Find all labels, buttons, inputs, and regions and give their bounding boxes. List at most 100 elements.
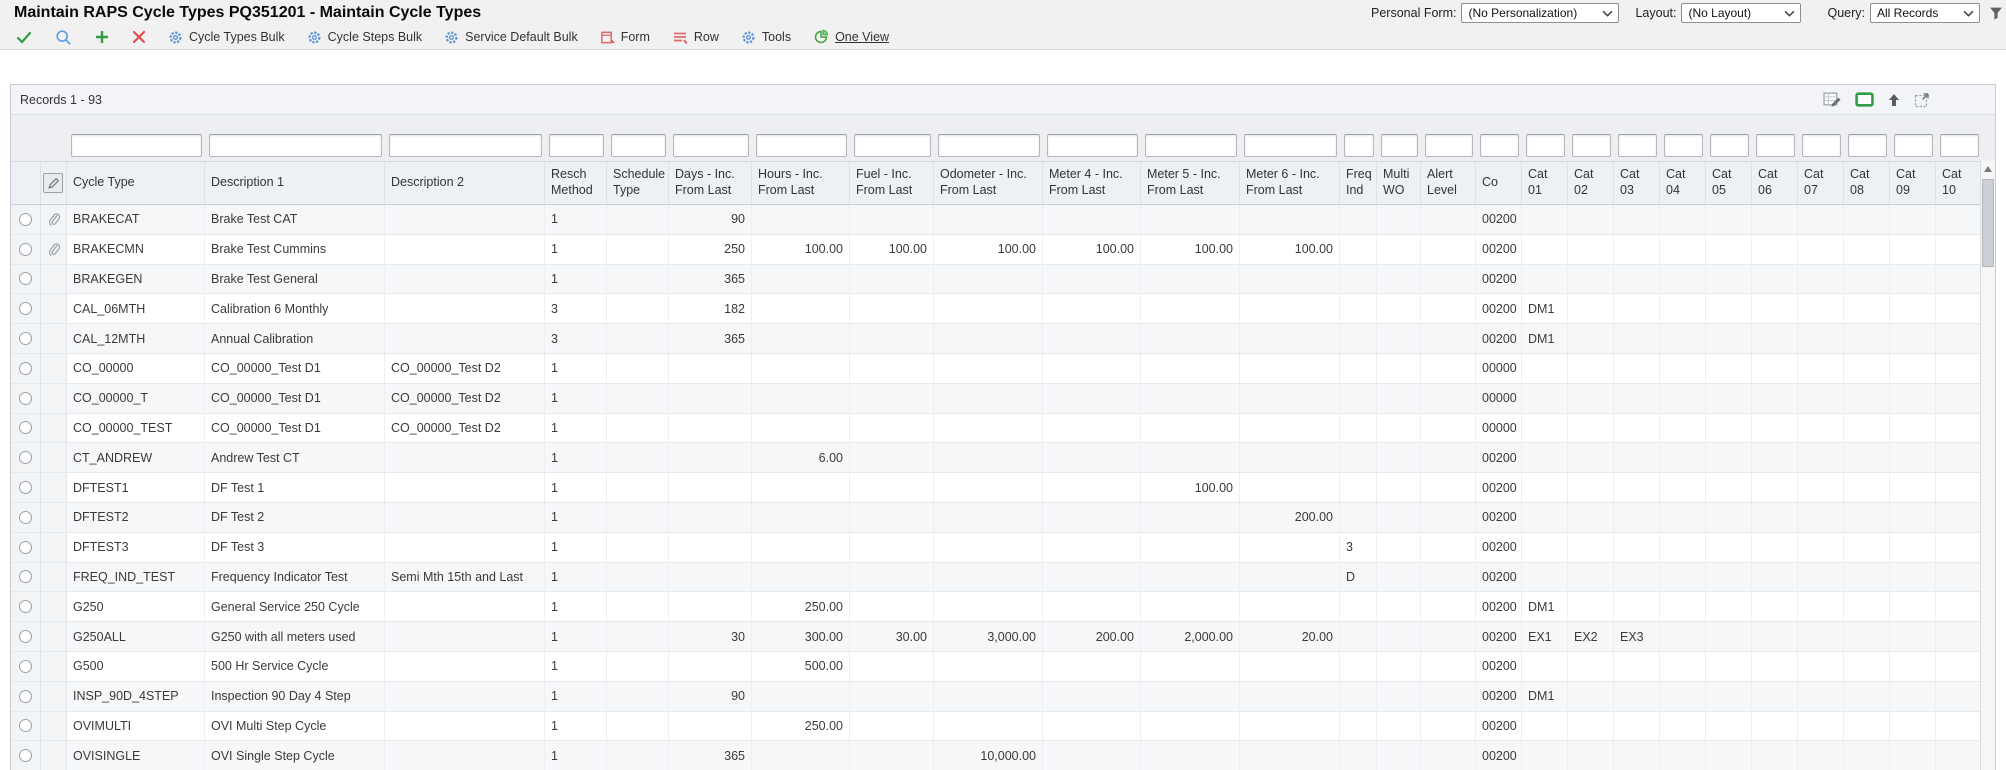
column-header-cat06[interactable]: Cat 06 — [1752, 162, 1798, 204]
row-select-radio[interactable] — [19, 302, 32, 315]
filter-input-odometer[interactable] — [938, 134, 1040, 157]
add-button[interactable] — [83, 25, 121, 49]
row-select-radio[interactable] — [19, 600, 32, 613]
cycle-steps-bulk-button[interactable]: Cycle Steps Bulk — [296, 25, 433, 49]
row-select-radio[interactable] — [19, 690, 32, 703]
find-button[interactable] — [44, 25, 83, 49]
filter-input-desc2[interactable] — [389, 134, 542, 157]
tools-menu-button[interactable]: Tools — [730, 25, 802, 49]
table-row[interactable]: DFTEST3DF Test 31300200 — [11, 533, 1995, 563]
column-header-desc2[interactable]: Description 2 — [385, 162, 545, 204]
table-row[interactable]: OVISINGLEOVI Single Step Cycle136510,000… — [11, 741, 1995, 770]
filter-input-sched[interactable] — [611, 134, 666, 157]
row-select-radio[interactable] — [19, 243, 32, 256]
filter-input-meter5[interactable] — [1145, 134, 1237, 157]
table-row[interactable]: BRAKEGENBrake Test General136500200 — [11, 265, 1995, 295]
paperclip-icon[interactable] — [47, 241, 60, 257]
column-header-cat05[interactable]: Cat 05 — [1706, 162, 1752, 204]
column-header-odometer[interactable]: Odometer - Inc. From Last — [934, 162, 1043, 204]
column-header-cat07[interactable]: Cat 07 — [1798, 162, 1844, 204]
filter-input-resch[interactable] — [549, 134, 604, 157]
customize-grid-icon[interactable] — [1823, 91, 1842, 108]
row-select-radio[interactable] — [19, 541, 32, 554]
filter-input-multi_wo[interactable] — [1381, 134, 1418, 157]
table-row[interactable]: CO_00000_TESTCO_00000_Test D1CO_00000_Te… — [11, 414, 1995, 444]
row-select-radio[interactable] — [19, 332, 32, 345]
scroll-up-button[interactable] — [1981, 161, 1995, 176]
filter-input-fuel[interactable] — [854, 134, 931, 157]
row-select-radio[interactable] — [19, 362, 32, 375]
table-row[interactable]: CO_00000CO_00000_Test D1CO_00000_Test D2… — [11, 354, 1995, 384]
column-header-cat09[interactable]: Cat 09 — [1890, 162, 1936, 204]
row-select-radio[interactable] — [19, 392, 32, 405]
table-row[interactable]: FREQ_IND_TESTFrequency Indicator TestSem… — [11, 563, 1995, 593]
delete-button[interactable] — [121, 25, 157, 49]
row-select-radio[interactable] — [19, 481, 32, 494]
filter-input-days[interactable] — [673, 134, 749, 157]
row-select-radio[interactable] — [19, 511, 32, 524]
filter-input-cat05[interactable] — [1710, 134, 1749, 157]
table-row[interactable]: DFTEST1DF Test 11100.0000200 — [11, 473, 1995, 503]
filter-input-co[interactable] — [1480, 134, 1519, 157]
table-row[interactable]: CAL_12MTHAnnual Calibration336500200DM1 — [11, 324, 1995, 354]
row-select-radio[interactable] — [19, 272, 32, 285]
column-header-attachment[interactable] — [41, 162, 67, 204]
table-row[interactable]: CO_00000_TCO_00000_Test D1CO_00000_Test … — [11, 384, 1995, 414]
filter-input-cat04[interactable] — [1664, 134, 1703, 157]
row-menu-button[interactable]: Row — [661, 25, 730, 49]
table-row[interactable]: BRAKECATBrake Test CAT19000200 — [11, 205, 1995, 235]
column-header-cycle_type[interactable]: Cycle Type — [67, 162, 205, 204]
table-row[interactable]: G500500 Hr Service Cycle1500.0000200 — [11, 652, 1995, 682]
filter-input-freq[interactable] — [1344, 134, 1374, 157]
row-select-radio[interactable] — [19, 570, 32, 583]
filter-input-alert[interactable] — [1425, 134, 1473, 157]
table-row[interactable]: OVIMULTIOVI Multi Step Cycle1250.0000200 — [11, 712, 1995, 742]
filter-input-cat01[interactable] — [1526, 134, 1565, 157]
column-header-fuel[interactable]: Fuel - Inc. From Last — [850, 162, 934, 204]
export-grid-icon[interactable] — [1855, 92, 1874, 107]
column-header-freq[interactable]: Freq Ind — [1340, 162, 1377, 204]
table-row[interactable]: G250General Service 250 Cycle1250.000020… — [11, 592, 1995, 622]
row-select-radio[interactable] — [19, 213, 32, 226]
filter-input-cat02[interactable] — [1572, 134, 1611, 157]
table-row[interactable]: G250ALLG250 with all meters used130300.0… — [11, 622, 1995, 652]
column-header-days[interactable]: Days - Inc. From Last — [669, 162, 752, 204]
filter-input-cat10[interactable] — [1940, 134, 1979, 157]
layout-select[interactable]: (No Layout) — [1681, 3, 1801, 23]
filter-input-cat09[interactable] — [1894, 134, 1933, 157]
filter-input-meter6[interactable] — [1244, 134, 1337, 157]
column-header-cat10[interactable]: Cat 10 — [1936, 162, 1982, 204]
column-header-cat02[interactable]: Cat 02 — [1568, 162, 1614, 204]
column-header-multi_wo[interactable]: Multi WO — [1377, 162, 1421, 204]
row-select-radio[interactable] — [19, 749, 32, 762]
column-header-cat04[interactable]: Cat 04 — [1660, 162, 1706, 204]
confirm-button[interactable] — [4, 25, 44, 49]
query-select[interactable]: All Records — [1870, 3, 1980, 23]
vertical-scrollbar[interactable] — [1980, 161, 1995, 770]
filter-input-cat07[interactable] — [1802, 134, 1841, 157]
one-view-button[interactable]: One View — [802, 25, 900, 49]
query-filter-icon[interactable] — [1989, 6, 2003, 20]
filter-input-cat03[interactable] — [1618, 134, 1657, 157]
table-row[interactable]: BRAKECMNBrake Test Cummins1250100.00100.… — [11, 235, 1995, 265]
filter-input-meter4[interactable] — [1047, 134, 1138, 157]
filter-input-desc1[interactable] — [209, 134, 382, 157]
column-header-hours[interactable]: Hours - Inc. From Last — [752, 162, 850, 204]
service-default-bulk-button[interactable]: Service Default Bulk — [433, 25, 589, 49]
form-menu-button[interactable]: Form — [589, 25, 661, 49]
import-grid-icon[interactable] — [1887, 93, 1901, 107]
filter-input-cycle_type[interactable] — [71, 134, 202, 157]
cycle-types-bulk-button[interactable]: Cycle Types Bulk — [157, 25, 296, 49]
column-header-resch[interactable]: Resch Method — [545, 162, 607, 204]
filter-input-cat06[interactable] — [1756, 134, 1795, 157]
column-header-cat01[interactable]: Cat 01 — [1522, 162, 1568, 204]
table-row[interactable]: DFTEST2DF Test 21200.0000200 — [11, 503, 1995, 533]
row-select-radio[interactable] — [19, 451, 32, 464]
column-header-co[interactable]: Co — [1476, 162, 1522, 204]
row-select-radio[interactable] — [19, 630, 32, 643]
column-header-alert[interactable]: Alert Level — [1421, 162, 1476, 204]
column-header-meter5[interactable]: Meter 5 - Inc. From Last — [1141, 162, 1240, 204]
column-header-cat03[interactable]: Cat 03 — [1614, 162, 1660, 204]
table-row[interactable]: CT_ANDREWAndrew Test CT16.0000200 — [11, 443, 1995, 473]
filter-input-cat08[interactable] — [1848, 134, 1887, 157]
